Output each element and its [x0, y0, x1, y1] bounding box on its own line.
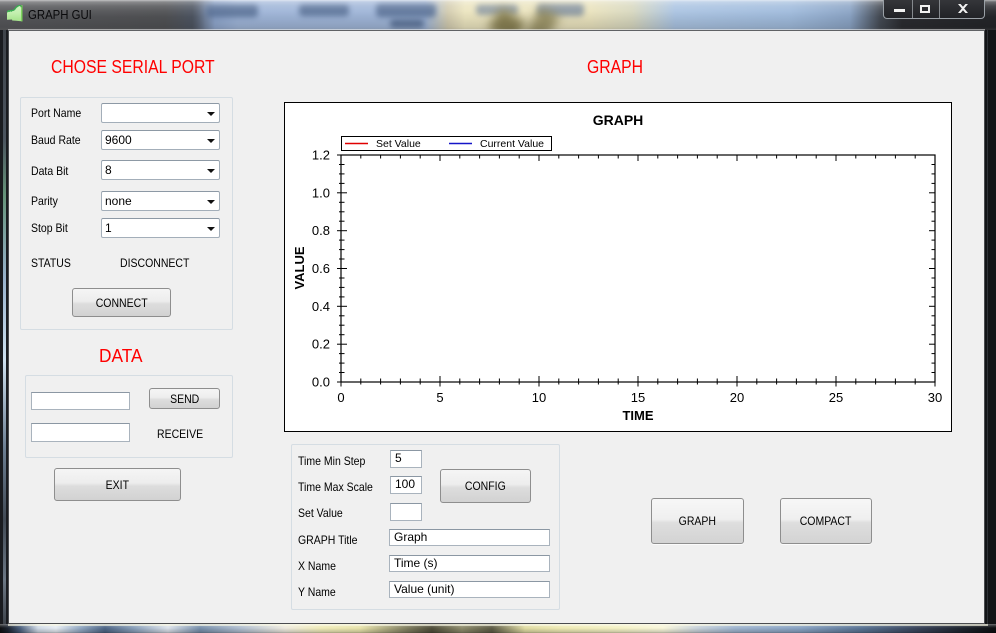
svg-text:0: 0 — [337, 390, 344, 405]
svg-text:5: 5 — [436, 390, 443, 405]
svg-text:1.0: 1.0 — [312, 185, 330, 200]
svg-text:Current Value: Current Value — [480, 138, 544, 150]
svg-text:Set Value: Set Value — [376, 138, 421, 150]
svg-text:25: 25 — [829, 390, 843, 405]
svg-text:TIME: TIME — [622, 408, 653, 423]
svg-text:10: 10 — [532, 390, 546, 405]
svg-text:VALUE: VALUE — [292, 246, 307, 289]
svg-text:30: 30 — [928, 390, 942, 405]
svg-text:0.4: 0.4 — [312, 299, 330, 314]
svg-text:0.0: 0.0 — [312, 375, 330, 390]
svg-text:GRAPH: GRAPH — [593, 112, 644, 128]
svg-text:1.2: 1.2 — [312, 148, 330, 163]
svg-text:0.6: 0.6 — [312, 261, 330, 276]
svg-text:0.2: 0.2 — [312, 337, 330, 352]
svg-text:15: 15 — [631, 390, 645, 405]
svg-text:0.8: 0.8 — [312, 223, 330, 238]
svg-text:20: 20 — [730, 390, 744, 405]
